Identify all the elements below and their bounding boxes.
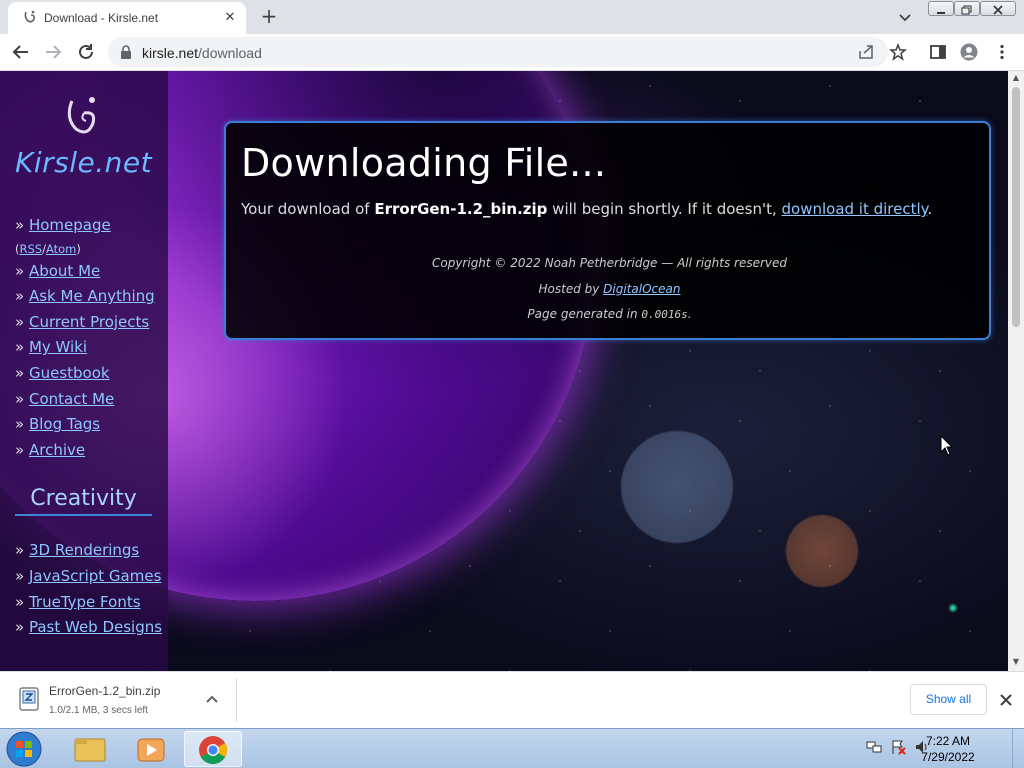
page-generated-text: Page generated in 0.0016s. xyxy=(527,307,692,321)
side-panel-icon[interactable] xyxy=(929,43,947,61)
download-message: Your download of ErrorGen-1.2_bin.zip wi… xyxy=(241,200,933,218)
page-viewport: Kirsle.net » Homepage (RSS/Atom) » About… xyxy=(0,71,1008,671)
hosted-by-text: Hosted by DigitalOcean xyxy=(538,281,681,296)
show-desktop-button[interactable] xyxy=(1012,729,1024,768)
main-nav: » Homepage (RSS/Atom) » About Me » Ask M… xyxy=(15,213,165,463)
windows-taskbar: 7:22 AM 7/29/2022 xyxy=(0,728,1024,768)
tab-download[interactable]: Download - Kirsle.net ✕ xyxy=(8,2,246,34)
download-panel: Downloading File... Your download of Err… xyxy=(224,121,991,340)
shelf-divider xyxy=(236,678,237,722)
taskbar-chrome[interactable] xyxy=(184,731,242,767)
scroll-down-arrow-icon[interactable]: ▼ xyxy=(1011,657,1021,667)
new-tab-icon[interactable]: + xyxy=(258,6,280,28)
restore-icon xyxy=(961,5,972,15)
url-text: kirsle.net/download xyxy=(142,45,262,61)
nav-item-archive: » Archive xyxy=(15,440,86,459)
feed-links: (RSS/Atom) xyxy=(15,241,81,256)
nav-item-guestbook: » Guestbook xyxy=(15,363,110,382)
bookmark-star-icon[interactable] xyxy=(889,43,907,61)
close-window-button[interactable] xyxy=(980,1,1016,16)
wiki-link[interactable]: My Wiki xyxy=(29,338,87,356)
minimize-icon xyxy=(937,12,945,14)
mouse-cursor-icon xyxy=(940,435,954,456)
current-projects-link[interactable]: Current Projects xyxy=(29,313,149,331)
ask-me-anything-link[interactable]: Ask Me Anything xyxy=(29,287,155,305)
show-all-button[interactable]: Show all xyxy=(910,684,987,715)
start-button-windows-icon[interactable] xyxy=(4,730,44,768)
direct-download-link[interactable]: download it directly xyxy=(782,200,928,218)
sidebar: Kirsle.net » Homepage (RSS/Atom) » About… xyxy=(0,71,168,671)
file-explorer-folder-icon xyxy=(74,738,106,762)
atom-link[interactable]: Atom xyxy=(46,242,76,256)
truetype-fonts-link[interactable]: TrueType Fonts xyxy=(29,593,141,611)
reload-icon[interactable] xyxy=(75,41,97,63)
restore-button[interactable] xyxy=(954,1,980,16)
about-me-link[interactable]: About Me xyxy=(29,262,100,280)
homepage-link[interactable]: Homepage xyxy=(29,216,111,234)
site-logo-text[interactable]: Kirsle.net xyxy=(15,146,152,179)
chrome-icon xyxy=(199,736,227,764)
menu-kebab-icon[interactable] xyxy=(993,43,1011,61)
address-bar[interactable]: kirsle.net/download xyxy=(108,37,888,67)
page-scrollbar[interactable]: ▲ ▼ xyxy=(1008,71,1024,671)
page-title: Downloading File... xyxy=(241,141,607,185)
zip-file-icon xyxy=(19,687,39,711)
taskbar-media-player[interactable] xyxy=(122,731,180,767)
taskbar-clock[interactable]: 7:22 AM 7/29/2022 xyxy=(918,733,978,765)
clock-time: 7:22 AM xyxy=(925,734,971,748)
close-shelf-icon[interactable] xyxy=(997,691,1015,709)
nav-item-3d: » 3D Renderings xyxy=(15,541,140,559)
creativity-heading: Creativity xyxy=(15,486,152,516)
download-file-name: ErrorGen-1.2_bin.zip xyxy=(49,684,161,698)
nav-item-designs: » Past Web Designs xyxy=(15,618,163,637)
nav-item-ama: » Ask Me Anything xyxy=(15,287,155,306)
minimize-button[interactable] xyxy=(928,1,954,16)
nav-item-contact: » Contact Me xyxy=(15,389,115,408)
nav-item-fonts: » TrueType Fonts xyxy=(15,592,141,611)
tab-strip: Download - Kirsle.net ✕ + xyxy=(0,0,1024,34)
taskbar-explorer[interactable] xyxy=(60,731,118,767)
profile-avatar-icon[interactable] xyxy=(960,43,978,61)
guestbook-link[interactable]: Guestbook xyxy=(29,364,110,382)
nav-item-about: » About Me xyxy=(15,261,101,280)
media-player-icon xyxy=(137,738,165,762)
scroll-up-arrow-icon[interactable]: ▲ xyxy=(1011,73,1021,83)
tab-close-icon[interactable]: ✕ xyxy=(222,10,238,26)
contact-me-link[interactable]: Contact Me xyxy=(29,390,114,408)
action-center-flag-icon[interactable] xyxy=(890,739,906,755)
creativity-nav: » 3D Renderings » JavaScript Games » Tru… xyxy=(15,538,165,641)
clock-date: 7/29/2022 xyxy=(921,750,975,764)
share-icon[interactable] xyxy=(858,44,874,60)
page-footer: Copyright © 2022 Noah Petherbridge — All… xyxy=(226,251,993,328)
network-tray-icon[interactable] xyxy=(866,739,882,755)
copyright-text: Copyright © 2022 Noah Petherbridge — All… xyxy=(431,256,788,270)
download-status: 1.0/2.1 MB, 3 secs left xyxy=(49,705,148,716)
kirsle-favicon-icon xyxy=(24,10,35,23)
archive-link[interactable]: Archive xyxy=(29,441,85,459)
browser-toolbar: kirsle.net/download xyxy=(0,34,1024,71)
tab-title: Download - Kirsle.net xyxy=(44,11,159,25)
kirsle-logo-icon[interactable] xyxy=(62,93,102,143)
blog-tags-link[interactable]: Blog Tags xyxy=(29,415,100,433)
nav-item-homepage: » Homepage xyxy=(15,216,111,234)
forward-icon[interactable] xyxy=(42,41,64,63)
nav-item-tags: » Blog Tags xyxy=(15,415,101,434)
lock-icon[interactable] xyxy=(120,45,132,59)
tab-search-chevron-icon[interactable] xyxy=(896,8,914,26)
3d-renderings-link[interactable]: 3D Renderings xyxy=(29,541,139,559)
rss-link[interactable]: RSS xyxy=(20,242,43,256)
chevron-up-icon[interactable] xyxy=(204,692,220,708)
nav-item-wiki: » My Wiki xyxy=(15,338,88,357)
back-icon[interactable] xyxy=(10,41,32,63)
scrollbar-thumb[interactable] xyxy=(1012,87,1020,327)
nav-item-games: » JavaScript Games xyxy=(15,566,162,585)
javascript-games-link[interactable]: JavaScript Games xyxy=(29,567,161,585)
digitalocean-link[interactable]: DigitalOcean xyxy=(603,282,680,296)
nav-item-projects: » Current Projects xyxy=(15,312,150,331)
download-filename: ErrorGen-1.2_bin.zip xyxy=(374,200,548,218)
past-web-designs-link[interactable]: Past Web Designs xyxy=(29,618,162,636)
download-shelf: ErrorGen-1.2_bin.zip 1.0/2.1 MB, 3 secs … xyxy=(0,671,1024,728)
close-window-icon xyxy=(993,5,1003,15)
